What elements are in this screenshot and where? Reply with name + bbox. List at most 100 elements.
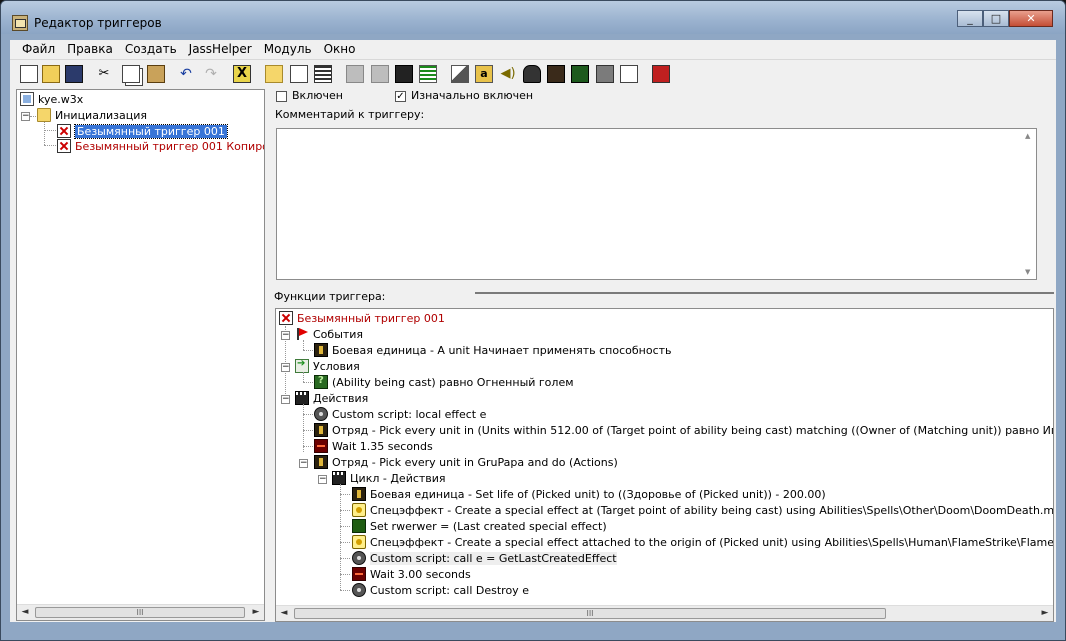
import-button[interactable] [571, 65, 589, 83]
save-button[interactable] [65, 65, 83, 83]
scroll-down-arrow-icon[interactable]: ▼ [1025, 268, 1030, 276]
loop-action-item[interactable]: Боевая единица - Set life of (Picked uni… [352, 487, 826, 501]
functions-horizontal-scrollbar[interactable]: ◄ III ► [276, 605, 1053, 621]
collapse-toggle[interactable]: − [281, 395, 290, 404]
ai-icon [652, 65, 670, 83]
panel-splitter[interactable] [273, 292, 1054, 294]
enabled-checkbox[interactable] [276, 91, 287, 102]
new-condition-button[interactable] [371, 65, 389, 83]
close-button[interactable]: ✕ [1009, 10, 1053, 27]
tree-horizontal-scrollbar[interactable]: ◄ III ► [17, 604, 264, 620]
cut-button[interactable]: ✂ [95, 65, 113, 83]
object-button[interactable] [596, 65, 614, 83]
loop-action-item[interactable]: Custom script: call Destroy e [352, 583, 529, 597]
scroll-right-arrow-icon[interactable]: ► [248, 605, 264, 620]
sound-button[interactable]: ◀) [499, 65, 517, 83]
tree-map-node[interactable]: kye.w3x [20, 92, 83, 106]
scroll-left-arrow-icon[interactable]: ◄ [17, 605, 33, 620]
loop-action-label: Custom script: call Destroy e [370, 584, 529, 597]
trigger-module-icon [547, 65, 565, 83]
open-button[interactable] [42, 65, 60, 83]
functions-root-label: Безымянный триггер 001 [297, 312, 445, 325]
menu-create[interactable]: Создать [119, 40, 183, 59]
maximize-button[interactable]: □ [983, 10, 1009, 27]
scroll-thumb[interactable]: III [35, 607, 245, 618]
cut-icon: ✂ [98, 66, 110, 81]
unit-button[interactable] [523, 65, 541, 83]
new-category-button[interactable] [265, 65, 283, 83]
menu-edit[interactable]: Правка [61, 40, 119, 59]
tree-category-node[interactable]: Инициализация [37, 108, 147, 122]
loop-node[interactable]: Цикл - Действия [332, 471, 446, 485]
new-event-button[interactable] [346, 65, 364, 83]
new-trigger-button[interactable] [290, 65, 308, 83]
test-map-button[interactable] [620, 65, 638, 83]
scroll-up-arrow-icon[interactable]: ▲ [1025, 132, 1030, 140]
loop-action-item[interactable]: Set rwerwer = (Last created special effe… [352, 519, 607, 533]
tree-category-label: Инициализация [55, 109, 147, 122]
event-item-label: Боевая единица - A unit Начинает применя… [332, 344, 672, 357]
title-bar[interactable]: Редактор триггеров _ □ ✕ [1, 1, 1065, 34]
events-label: События [313, 328, 364, 341]
scroll-thumb[interactable]: III [294, 608, 886, 619]
redo-button[interactable]: ↷ [202, 65, 220, 83]
loop-action-item[interactable]: Спецэффект - Create a special effect at … [352, 503, 1054, 517]
comment-label: Комментарий к триггеру: [275, 108, 425, 121]
collapse-toggle[interactable]: − [281, 363, 290, 372]
new-icon [20, 65, 38, 83]
loop-action-item[interactable]: Custom script: call e = GetLastCreatedEf… [352, 551, 617, 565]
events-node[interactable]: События [295, 327, 363, 341]
copy-icon [122, 65, 140, 83]
trigger-module-button[interactable] [547, 65, 565, 83]
event-item[interactable]: Боевая единица - A unit Начинает применя… [314, 343, 672, 357]
loop-action-item[interactable]: Wait 3.00 seconds [352, 567, 471, 581]
collapse-toggle[interactable]: − [281, 331, 290, 340]
text-button[interactable]: a [475, 65, 493, 83]
trigger-tree[interactable]: kye.w3x − Инициализация Безымянный тригг… [16, 89, 265, 621]
action-item[interactable]: Отряд - Pick every unit in (Units within… [314, 423, 1053, 437]
terrain-button[interactable] [451, 65, 469, 83]
tree-trigger-item[interactable]: Безымянный триггер 001 [57, 124, 228, 139]
trigger-functions-tree[interactable]: Безымянный триггер 001 − События Боевая … [275, 308, 1054, 622]
collapse-toggle[interactable]: − [299, 459, 308, 468]
tree-trigger-label: Безымянный триггер 001 [74, 124, 228, 139]
window-title: Редактор триггеров [34, 16, 162, 30]
jass-button[interactable]: X [233, 65, 251, 83]
new-comment-icon [314, 65, 332, 83]
tree-trigger-item[interactable]: Безымянный триггер 001 Копироват [57, 139, 264, 153]
collapse-toggle[interactable]: − [21, 112, 30, 121]
condition-item[interactable]: (Ability being cast) равно Огненный голе… [314, 375, 574, 389]
unit-action-icon [352, 487, 366, 501]
copy-button[interactable] [122, 65, 140, 83]
scroll-right-arrow-icon[interactable]: ► [1037, 606, 1053, 621]
menu-module[interactable]: Модуль [258, 40, 318, 59]
new-action-button[interactable] [395, 65, 413, 83]
ai-button[interactable] [652, 65, 670, 83]
action-item[interactable]: Отряд - Pick every unit in GruPapa and d… [314, 455, 618, 469]
menu-file[interactable]: Файл [10, 40, 61, 59]
paste-button[interactable] [147, 65, 165, 83]
collapse-toggle[interactable]: − [318, 475, 327, 484]
menu-jasshelper[interactable]: JassHelper [183, 40, 258, 59]
action-item[interactable]: Wait 1.35 seconds [314, 439, 433, 453]
actions-node[interactable]: Действия [295, 391, 368, 405]
new-button[interactable] [20, 65, 38, 83]
conditions-node[interactable]: Условия [295, 358, 360, 373]
new-comment-button[interactable] [314, 65, 332, 83]
functions-root-trigger[interactable]: Безымянный триггер 001 [279, 311, 445, 325]
initially-on-checkbox[interactable]: ✓ [395, 91, 406, 102]
loop-action-item[interactable]: Спецэффект - Create a special effect att… [352, 535, 1053, 549]
new-trigger-icon [290, 65, 308, 83]
new-variable-button[interactable] [419, 65, 437, 83]
comment-vertical-scrollbar[interactable]: ▲ ▼ [1022, 129, 1036, 279]
action-item[interactable]: Custom script: local effect e [314, 407, 486, 421]
trigger-editor-app-icon [12, 15, 28, 31]
minimize-button[interactable]: _ [957, 10, 983, 27]
folder-icon [37, 108, 51, 122]
undo-button[interactable]: ↶ [177, 65, 195, 83]
menu-window[interactable]: Окно [318, 40, 362, 59]
loop-action-label: Боевая единица - Set life of (Picked uni… [370, 488, 826, 501]
comment-textarea[interactable]: ▲ ▼ [276, 128, 1037, 280]
scroll-left-arrow-icon[interactable]: ◄ [276, 606, 292, 621]
loop-action-label: Спецэффект - Create a special effect at … [370, 504, 1054, 517]
